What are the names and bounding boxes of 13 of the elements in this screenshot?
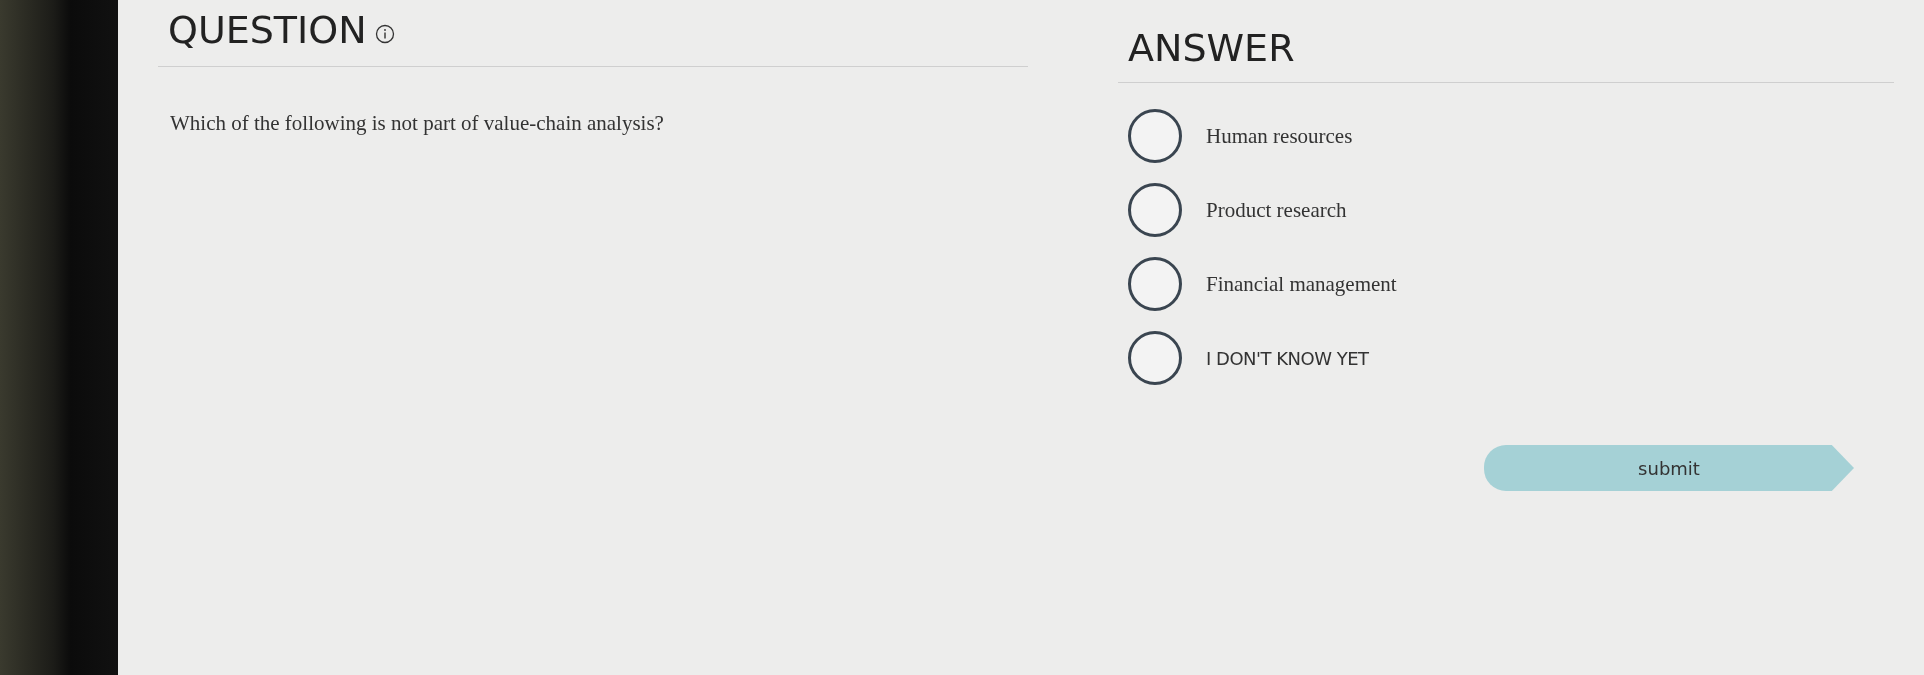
answer-option[interactable]: I DON'T KNOW YET	[1128, 331, 1369, 385]
radio-button[interactable]	[1128, 183, 1182, 237]
radio-button[interactable]	[1128, 331, 1182, 385]
question-text: Which of the following is not part of value-chain analysis?	[170, 111, 665, 136]
info-icon[interactable]	[374, 24, 395, 44]
section-heading: ANSWER	[1128, 26, 1295, 70]
answer-option[interactable]: Financial management	[1128, 257, 1397, 311]
section-heading: QUESTION	[168, 8, 367, 52]
answer-option[interactable]: Product research	[1128, 183, 1347, 237]
radio-button[interactable]	[1128, 109, 1182, 163]
submit-button[interactable]: submit	[1484, 445, 1854, 491]
answer-option[interactable]: Human resources	[1128, 109, 1353, 163]
radio-button[interactable]	[1128, 257, 1182, 311]
